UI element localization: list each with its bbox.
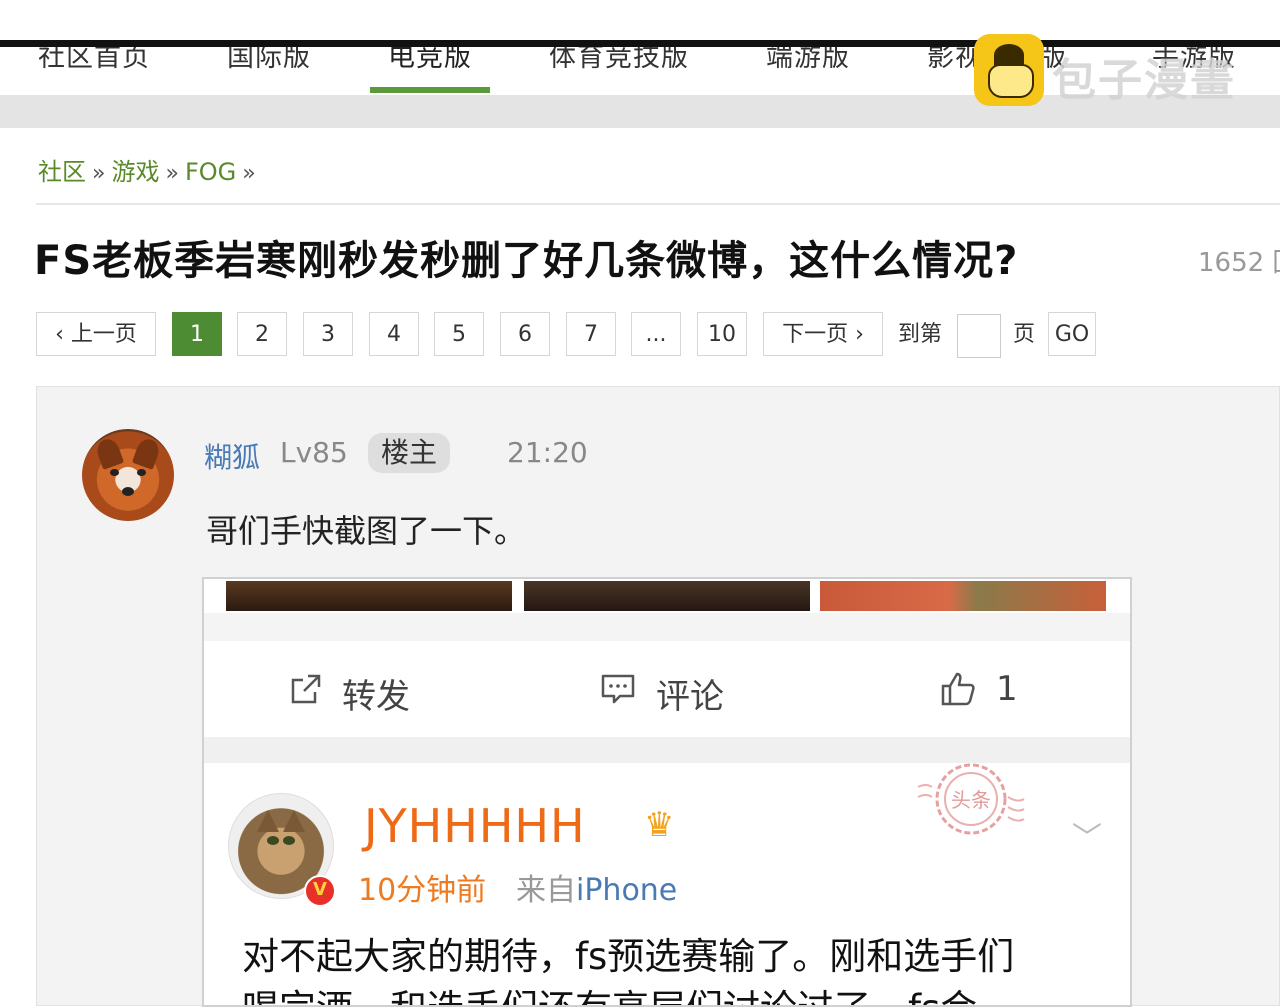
goto-page-input[interactable]: [957, 314, 1001, 358]
image-thumbnail: [820, 581, 1106, 611]
post-time: 21:20: [507, 436, 588, 469]
active-tab-underline: [370, 87, 490, 93]
image-thumbnail: [524, 581, 810, 611]
breadcrumb-community[interactable]: 社区: [38, 158, 86, 186]
weibo-source: 来自iPhone: [516, 865, 677, 909]
nav-tab-pc-games[interactable]: 端游版: [766, 47, 850, 74]
weibo-time: 10分钟前: [358, 873, 487, 908]
breadcrumb-divider: [36, 203, 1280, 205]
breadcrumb-fog[interactable]: FOG: [185, 158, 236, 186]
page-button-3[interactable]: 3: [303, 312, 353, 356]
weibo-source-device: iPhone: [576, 873, 678, 908]
watermark-text: 包子漫畫: [1052, 55, 1236, 106]
goto-label: 到第: [898, 322, 943, 347]
thread-title: FS老板季岩寒刚秒发秒删了好几条微博，这什么情况?: [34, 238, 1019, 284]
page-button-10[interactable]: 10: [697, 312, 747, 356]
verified-badge-icon: V: [304, 875, 336, 907]
weibo-username: JYHHHHH: [364, 799, 586, 853]
page-unit-label: 页: [1013, 322, 1036, 347]
go-button[interactable]: GO: [1048, 312, 1096, 356]
avatar[interactable]: [82, 429, 174, 521]
page-button-5[interactable]: 5: [434, 312, 484, 356]
page-button-6[interactable]: 6: [500, 312, 550, 356]
prev-page-button[interactable]: ‹ 上一页: [36, 312, 156, 356]
comment-icon: [601, 674, 635, 704]
nav-tab-international[interactable]: 国际版: [227, 47, 311, 74]
page-button-4[interactable]: 4: [369, 312, 419, 356]
post-body: 哥们手快截图了一下。: [206, 512, 527, 550]
pagination: ‹ 上一页 1 2 3 4 5 6 7 ... 10 下一页 › 到第 页 GO: [36, 312, 1136, 358]
watermark: 包子漫畫: [972, 34, 1272, 108]
weibo-source-prefix: 来自: [516, 873, 576, 908]
page-ellipsis: ...: [631, 312, 681, 356]
repost-icon: [291, 674, 321, 704]
headline-stamp-icon: 头条: [917, 763, 1025, 835]
repost-label: 转发: [342, 677, 410, 717]
nav-tab-esports[interactable]: 电竞版: [388, 47, 472, 74]
page-button-1[interactable]: 1: [172, 312, 222, 356]
nav-tab-home[interactable]: 社区首页: [38, 47, 150, 74]
watermark-logo-icon: [974, 34, 1044, 106]
breadcrumb-sep: »: [242, 161, 256, 186]
post-username[interactable]: 糊狐: [204, 436, 260, 476]
stamp-text: 头条: [951, 788, 991, 812]
breadcrumb-sep: »: [92, 161, 106, 186]
nav-tab-sports[interactable]: 体育竞技版: [549, 47, 689, 74]
weibo-text-line: 喝完酒，和选手们还有高层们讨论过了，fs会: [242, 983, 1014, 1005]
next-page-button[interactable]: 下一页 ›: [763, 312, 883, 356]
comment-label: 评论: [656, 677, 724, 717]
weibo-text-line: 对不起大家的期待，fs预选赛输了。刚和选手们: [242, 935, 1015, 978]
op-badge: 楼主: [368, 433, 450, 473]
reply-count: 1652 回: [1198, 248, 1280, 278]
breadcrumb-games[interactable]: 游戏: [111, 158, 159, 186]
page-button-7[interactable]: 7: [566, 312, 616, 356]
image-thumbnail: [226, 581, 512, 611]
like-count: 1: [996, 669, 1018, 709]
weibo-action-bar: 转发 评论 1: [204, 641, 1130, 737]
section-gap: [204, 613, 1130, 641]
post-level: Lv85: [280, 436, 348, 469]
embedded-screenshot[interactable]: 转发 评论 1 头条 ﹀ V JYHHHHH ♛ 10分钟前 来自iPhone …: [202, 577, 1132, 1007]
like-icon: [941, 672, 975, 706]
page-button-2[interactable]: 2: [237, 312, 287, 356]
breadcrumb: 社区» 游戏» FOG»: [38, 152, 262, 187]
breadcrumb-sep: »: [165, 161, 179, 186]
weibo-text: 对不起大家的期待，fs预选赛输了。刚和选手们 喝完酒，和选手们还有高层们讨论过了…: [242, 931, 1015, 1005]
crown-icon: ♛: [644, 805, 675, 845]
chevron-down-icon[interactable]: ﹀: [1072, 813, 1102, 857]
